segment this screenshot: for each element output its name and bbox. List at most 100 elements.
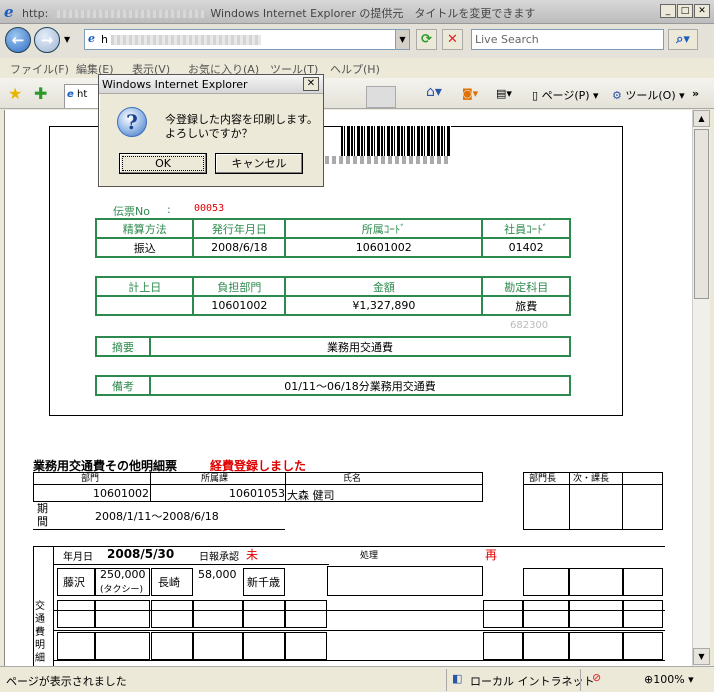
remarks-label: 備考	[95, 375, 151, 396]
route-cell-20	[95, 632, 150, 660]
route-cell-26	[523, 632, 569, 660]
route-cell-6	[523, 568, 569, 596]
cell-employee-code: 01402	[481, 237, 571, 258]
header-amount: 金額	[284, 276, 484, 297]
add-favorite-icon[interactable]: ✚	[34, 84, 47, 103]
home-icon[interactable]: ⌂▾	[426, 84, 442, 100]
fare-note: (タクシー)	[100, 585, 144, 595]
approval-label: 日報承認	[199, 552, 239, 563]
route-cell-24	[285, 632, 327, 660]
feeds-icon[interactable]: ◙▾	[462, 87, 478, 100]
summary-table: 摘要 業務用交通費	[95, 336, 571, 357]
toolbar-overflow-button[interactable]: »	[692, 87, 699, 100]
header-burden-dept: 負担部門	[192, 276, 287, 297]
route-cell-28	[623, 632, 663, 660]
route-cell-21	[151, 632, 193, 660]
dialog-close-button[interactable]: ✕	[303, 77, 319, 91]
route-fujisawa: 藤沢	[63, 576, 85, 589]
route-cell-13	[243, 600, 285, 628]
vertical-scrollbar[interactable]: ▲ ▼	[692, 110, 710, 666]
browser-tab[interactable]: e ht	[64, 84, 99, 108]
cell-settlement: 振込	[94, 237, 195, 258]
intranet-zone-icon: ◧	[452, 672, 463, 685]
stop-button[interactable]: ✕	[442, 29, 463, 50]
scroll-thumb[interactable]	[694, 129, 709, 299]
route-cell-23	[243, 632, 285, 660]
voucher-no-value: 00053	[194, 203, 225, 214]
header-dept-code: 所属ｺｰﾄﾞ	[284, 218, 484, 239]
search-input[interactable]: Live Search	[471, 29, 664, 50]
cell-section: 10601053	[229, 487, 285, 500]
scroll-down-button[interactable]: ▼	[693, 648, 710, 665]
voucher-table-2: 計上日 負担部門 金額 勘定科目 10601002 ¥1,327,890 旅費	[94, 276, 571, 316]
route-cell-14	[285, 600, 327, 628]
route-cell-11	[151, 600, 193, 628]
header-issue-date: 発行年月日	[192, 218, 287, 239]
address-input[interactable]: e h ▼	[84, 29, 410, 50]
fare-250000: 250,000	[100, 568, 146, 581]
security-zone: ローカル イントラネット	[470, 675, 595, 688]
page-icon: e	[88, 32, 95, 45]
zoom-level[interactable]: ⊕100% ▾	[644, 673, 694, 686]
search-button[interactable]: ⌕▾	[668, 29, 698, 50]
route-cell-5	[327, 566, 483, 596]
cell-name: 大森 健司	[287, 489, 335, 502]
maximize-button[interactable]: □	[677, 4, 693, 18]
approver-section-head: 次・課長	[573, 474, 610, 484]
header-section: 所属課	[201, 474, 229, 484]
fare-58000: 58,000	[198, 568, 237, 581]
window-title: http: Windows Internet Explorer の提供元 タイトル…	[22, 7, 536, 20]
header-account: 勘定科目	[481, 276, 571, 297]
route-cell-25	[483, 632, 523, 660]
print-confirm-dialog: Windows Internet Explorer ✕ ? 今登録した内容を印刷…	[98, 74, 324, 187]
cell-dept: 10601002	[93, 487, 149, 500]
route-cell-16	[523, 600, 569, 628]
route-cell-12	[193, 600, 243, 628]
minimize-button[interactable]: _	[660, 4, 676, 18]
summary-label: 摘要	[95, 336, 151, 357]
remarks-value: 01/11～06/18分業務用交通費	[149, 375, 571, 396]
route-cell-10	[95, 600, 150, 628]
address-dropdown-button[interactable]: ▼	[395, 30, 409, 49]
new-tab-button[interactable]	[366, 86, 396, 108]
summary-value: 業務用交通費	[149, 336, 571, 357]
page-content: 伝票No : 00053 精算方法 発行年月日 所属ｺｰﾄﾞ 社員ｺｰﾄﾞ 振込…	[4, 110, 692, 666]
history-dropdown-icon[interactable]: ▼	[64, 35, 70, 44]
header-posting-date: 計上日	[94, 276, 195, 297]
scroll-up-button[interactable]: ▲	[693, 110, 710, 127]
menu-file[interactable]: ファイル(F)	[10, 61, 69, 77]
cancel-button[interactable]: キャンセル	[215, 153, 303, 174]
back-button[interactable]: ←	[5, 27, 31, 53]
cell-issue-date: 2008/6/18	[192, 237, 287, 258]
status-text: ページが表示されました	[6, 675, 127, 688]
route-cell-19	[57, 632, 95, 660]
gear-icon: ⚙	[612, 89, 622, 102]
route-cell-7	[569, 568, 623, 596]
tools-menu[interactable]: ⚙ ツール(O) ▾	[612, 87, 685, 103]
blurred-url	[111, 35, 261, 45]
menu-help[interactable]: ヘルプ(H)	[330, 61, 380, 77]
ie-logo-icon: e	[4, 3, 14, 21]
refresh-button[interactable]: ⟳	[416, 29, 437, 50]
ok-button[interactable]: OK	[119, 153, 207, 174]
route-cell-18	[623, 600, 663, 628]
dialog-titlebar: Windows Internet Explorer ✕	[99, 75, 323, 94]
voucher-table-1: 精算方法 発行年月日 所属ｺｰﾄﾞ 社員ｺｰﾄﾞ 振込 2008/6/18 10…	[94, 218, 571, 258]
page-menu[interactable]: ▯ ページ(P) ▾	[532, 87, 599, 103]
period-label: 期間	[37, 502, 48, 528]
print-icon[interactable]: ▤▾	[496, 87, 512, 100]
period-value: 2008/1/11～2008/6/18	[95, 510, 219, 523]
route-cell-27	[569, 632, 623, 660]
voucher-no-colon: :	[167, 203, 171, 216]
route-nagasaki: 長崎	[158, 576, 180, 589]
forward-button[interactable]: →	[34, 27, 60, 53]
route-cell-22	[193, 632, 243, 660]
route-cell-15	[483, 600, 523, 628]
route-cell-8	[623, 568, 663, 596]
protected-mode-icon: ⊘	[592, 671, 602, 684]
header-dept: 部門	[81, 474, 100, 484]
remarks-table: 備考 01/11～06/18分業務用交通費	[95, 375, 571, 396]
date-label: 年月日	[63, 552, 93, 563]
favorites-star-icon[interactable]: ★	[8, 84, 22, 103]
close-window-button[interactable]: ✕	[694, 4, 710, 18]
